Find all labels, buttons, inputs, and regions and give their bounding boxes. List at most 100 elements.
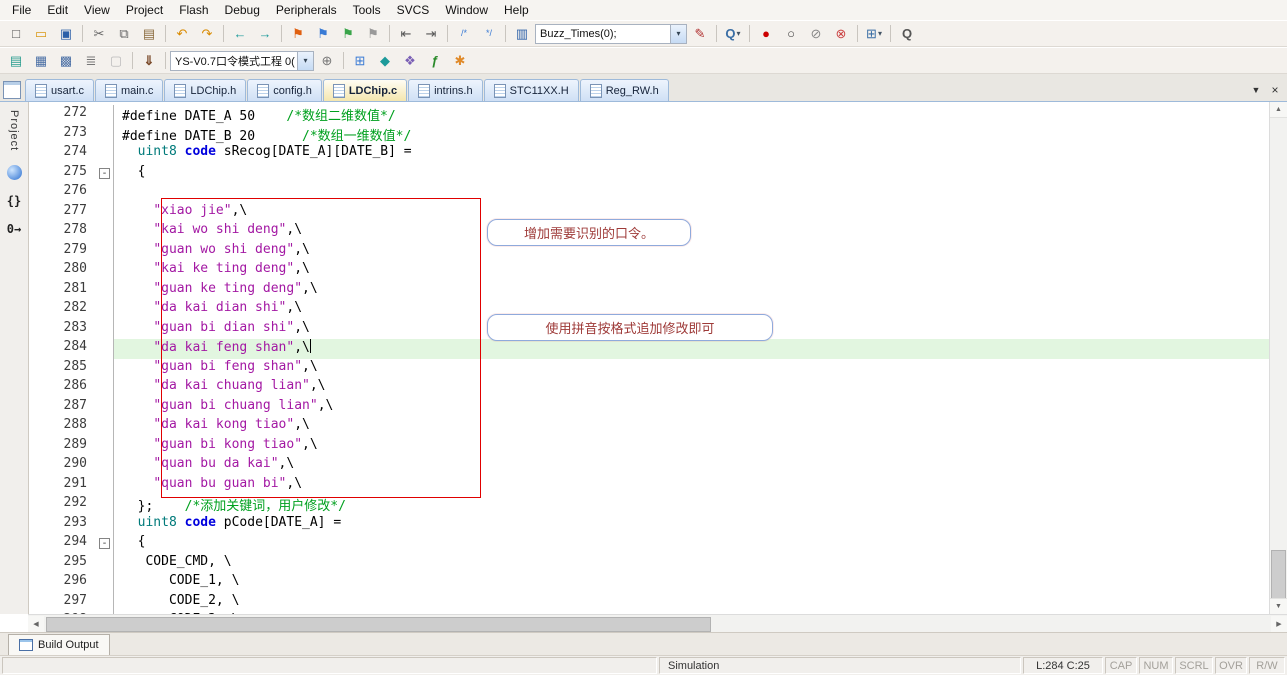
code-text[interactable]: #define DATE_A 50 /*数组二维数值*/ xyxy=(114,105,1270,125)
bp-circle-button[interactable]: ○ xyxy=(779,24,803,44)
horizontal-scroll-thumb[interactable] xyxy=(46,616,711,632)
combobox-dropdown-icon[interactable]: ▾ xyxy=(297,51,313,70)
fold-collapse-icon[interactable]: - xyxy=(99,538,110,549)
code-line-281[interactable]: 281 "guan ke ting deng",\ xyxy=(29,280,1270,301)
menu-peripherals[interactable]: Peripherals xyxy=(268,1,345,19)
bookmark-prev-button[interactable]: ⚑ xyxy=(311,24,335,44)
scroll-down-icon[interactable]: ▼ xyxy=(1270,598,1287,614)
annotate-button[interactable]: ✎ xyxy=(688,24,712,44)
window-select-button[interactable]: ⊞ ▾ xyxy=(862,24,886,44)
translate-button[interactable]: ▤ xyxy=(4,51,28,71)
redo-button[interactable]: ↷ xyxy=(195,24,219,44)
nav-back-button[interactable]: ← xyxy=(228,24,252,44)
bp-kill-button[interactable]: ⊗ xyxy=(829,24,853,44)
code-text[interactable]: CODE_CMD, \ xyxy=(114,554,1270,574)
uncomment-button[interactable]: */ xyxy=(477,24,501,44)
target-select-combo[interactable]: YS-V0.7口令模式工程 0(▾ xyxy=(170,50,314,71)
tab-list-dropdown-icon[interactable]: ▼ xyxy=(1248,82,1264,97)
code-text[interactable]: "kai wo shi deng",\ xyxy=(114,222,1270,242)
code-text[interactable] xyxy=(114,183,1270,203)
code-line-284[interactable]: 284 "da kai feng shan",\ xyxy=(29,339,1270,359)
tab-Reg_RW.h[interactable]: Reg_RW.h xyxy=(579,79,669,101)
code-text[interactable]: "guan wo shi deng",\ xyxy=(114,242,1270,262)
code-line-276[interactable]: 276 xyxy=(29,183,1270,203)
dropdown-arrow-icon[interactable]: ▾ xyxy=(737,29,741,38)
bp-disable-button[interactable]: ⊘ xyxy=(804,24,828,44)
help-search-button[interactable]: Q xyxy=(895,24,919,44)
code-text[interactable]: CODE_3, \ xyxy=(114,612,1270,614)
rebuild-button[interactable]: ▩ xyxy=(54,51,78,71)
code-text[interactable]: "quan bu da kai",\ xyxy=(114,456,1270,476)
code-line-290[interactable]: 290 "quan bu da kai",\ xyxy=(29,456,1270,476)
book-button[interactable]: ▥ xyxy=(510,24,534,44)
horizontal-scroll-track[interactable] xyxy=(44,616,1271,632)
code-text[interactable]: "xiao jie",\ xyxy=(114,203,1270,223)
code-line-288[interactable]: 288 "da kai kong tiao",\ xyxy=(29,417,1270,437)
pack-installer-button[interactable]: ✱ xyxy=(448,51,472,71)
menu-help[interactable]: Help xyxy=(496,1,537,19)
scroll-left-icon[interactable]: ◀ xyxy=(28,615,44,632)
code-line-296[interactable]: 296 CODE_1, \ xyxy=(29,573,1270,593)
search-text-combo[interactable]: Buzz_Times(0); ▾ xyxy=(535,23,687,44)
flash-download-button[interactable]: ⇓ xyxy=(137,51,161,71)
undo-button[interactable]: ↶ xyxy=(170,24,194,44)
menu-edit[interactable]: Edit xyxy=(39,1,76,19)
books-pane-icon[interactable] xyxy=(6,165,22,181)
code-text[interactable]: #define DATE_B 20 /*数组一维数值*/ xyxy=(114,125,1270,145)
functions-window-button[interactable]: ƒ xyxy=(423,51,447,71)
code-line-294[interactable]: 294 - { xyxy=(29,534,1270,554)
code-text[interactable]: uint8 code pCode[DATE_A] = xyxy=(114,515,1270,535)
dropdown-arrow-icon[interactable]: ▾ xyxy=(878,29,882,38)
menu-view[interactable]: View xyxy=(76,1,118,19)
file-extensions-button[interactable]: ◆ xyxy=(373,51,397,71)
horizontal-scrollbar[interactable]: ◀ ▶ xyxy=(28,614,1287,632)
books-window-button[interactable]: ❖ xyxy=(398,51,422,71)
code-line-298[interactable]: 298 CODE_3, \ xyxy=(29,612,1270,614)
indent-button[interactable]: ⇥ xyxy=(419,24,443,44)
code-line-292[interactable]: 292 }; /*添加关键词，用户修改*/ xyxy=(29,495,1270,515)
tab-STC11XX.H[interactable]: STC11XX.H xyxy=(483,79,579,101)
outdent-button[interactable]: ⇤ xyxy=(394,24,418,44)
code-line-291[interactable]: 291 "quan bu guan bi",\ xyxy=(29,475,1270,496)
code-line-272[interactable]: 272 #define DATE_A 50 /*数组二维数值*/ xyxy=(29,105,1270,125)
code-text[interactable]: "guan ke ting deng",\ xyxy=(114,281,1270,301)
templates-pane-icon[interactable]: {} xyxy=(7,194,21,208)
code-text[interactable]: { xyxy=(114,534,1270,554)
scroll-right-icon[interactable]: ▶ xyxy=(1271,615,1287,632)
editor-panel-icon[interactable] xyxy=(3,81,21,99)
code-text[interactable]: "guan bi kong tiao",\ xyxy=(114,437,1270,457)
tab-LDChip.c[interactable]: LDChip.c xyxy=(322,79,408,101)
bookmark-next-button[interactable]: ⚑ xyxy=(336,24,360,44)
paste-button[interactable]: ▤ xyxy=(137,24,161,44)
build-button[interactable]: ▦ xyxy=(29,51,53,71)
menu-tools[interactable]: Tools xyxy=(345,1,389,19)
menu-flash[interactable]: Flash xyxy=(171,1,216,19)
nav-forward-button[interactable]: → xyxy=(253,24,277,44)
tab-LDChip.h[interactable]: LDChip.h xyxy=(164,79,247,101)
code-text[interactable]: }; /*添加关键词，用户修改*/ xyxy=(114,495,1270,515)
code-line-289[interactable]: 289 "guan bi kong tiao",\ xyxy=(29,436,1270,457)
cut-button[interactable]: ✂ xyxy=(87,24,111,44)
code-line-287[interactable]: 287 "guan bi chuang lian",\ xyxy=(29,397,1270,417)
code-text[interactable]: "guan bi feng shan",\ xyxy=(114,359,1270,379)
code-line-297[interactable]: 297 CODE_2, \ xyxy=(29,592,1270,612)
code-text[interactable]: uint8 code sRecog[DATE_A][DATE_B] = xyxy=(114,144,1270,164)
build-output-tab[interactable]: Build Output xyxy=(8,634,110,655)
copy-button[interactable]: ⧉ xyxy=(112,24,136,44)
close-document-icon[interactable]: × xyxy=(1267,82,1283,97)
menu-debug[interactable]: Debug xyxy=(217,1,268,19)
code-line-286[interactable]: 286 "da kai chuang lian",\ xyxy=(29,378,1270,398)
tab-main.c[interactable]: main.c xyxy=(95,79,164,101)
new-file-button[interactable]: □ xyxy=(4,24,28,44)
code-text[interactable]: { xyxy=(114,164,1270,184)
vertical-scrollbar[interactable]: ▲ ▼ xyxy=(1269,102,1287,614)
code-line-273[interactable]: 273 #define DATE_B 20 /*数组一维数值*/ xyxy=(29,124,1270,145)
target-options-button[interactable]: ⊕ xyxy=(315,51,339,71)
code-text[interactable]: "da kai kong tiao",\ xyxy=(114,417,1270,437)
comment-button[interactable]: /* xyxy=(452,24,476,44)
batch-build-button[interactable]: ≣ xyxy=(79,51,103,71)
code-text[interactable]: "quan bu guan bi",\ xyxy=(114,476,1270,496)
scroll-up-icon[interactable]: ▲ xyxy=(1270,102,1287,118)
menu-file[interactable]: File xyxy=(4,1,39,19)
tab-intrins.h[interactable]: intrins.h xyxy=(408,79,483,101)
